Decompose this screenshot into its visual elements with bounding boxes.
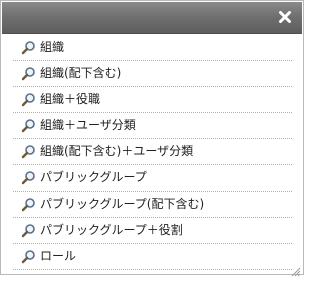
list-item[interactable]: パブリックグループ＋役割 xyxy=(13,218,292,244)
list-item-label: パブリックグループ(配下含む) xyxy=(40,196,205,211)
list-item-label: パブリックグループ xyxy=(40,170,147,185)
magnifier-icon xyxy=(21,92,36,107)
list-item[interactable]: パブリックグループ xyxy=(13,165,292,192)
list-item-label: 組織(配下含む) xyxy=(40,66,122,81)
list-item[interactable]: 組織(配下含む)＋ユーザ分類 xyxy=(13,139,292,166)
magnifier-icon xyxy=(21,66,36,81)
list-item-label: 組織(配下含む)＋ユーザ分類 xyxy=(40,144,194,159)
close-icon[interactable] xyxy=(276,8,294,26)
list-item[interactable]: 組織＋ユーザ分類 xyxy=(13,113,292,140)
popup-titlebar[interactable] xyxy=(2,2,302,34)
magnifier-icon xyxy=(21,197,36,212)
magnifier-icon xyxy=(21,223,36,238)
list-item-label: 組織＋役職 xyxy=(40,92,101,107)
list-item[interactable]: 組織(配下含む) xyxy=(13,61,292,88)
list-item-label: パブリックグループ＋役割 xyxy=(40,222,183,237)
list-item[interactable]: 組織＋役職 xyxy=(13,87,292,114)
list-item-label: ロール xyxy=(40,248,77,263)
magnifier-icon xyxy=(21,170,36,185)
magnifier-icon xyxy=(21,249,36,264)
selection-popup: 組織 組織(配下含む) 組織＋役職 組織＋ユーザ分類 組織(配下含む)＋ユーザ分… xyxy=(0,0,304,277)
option-list: 組織 組織(配下含む) 組織＋役職 組織＋ユーザ分類 組織(配下含む)＋ユーザ分… xyxy=(13,35,292,270)
magnifier-icon xyxy=(21,144,36,159)
list-item[interactable]: ロール xyxy=(13,244,292,270)
magnifier-icon xyxy=(21,40,36,55)
list-item[interactable]: 組織 xyxy=(13,35,292,62)
list-item[interactable]: パブリックグループ(配下含む) xyxy=(13,192,292,218)
magnifier-icon xyxy=(21,118,36,133)
resize-grip-icon[interactable] xyxy=(291,262,301,277)
list-item-label: 組織＋ユーザ分類 xyxy=(40,118,136,133)
list-item-label: 組織 xyxy=(40,40,65,54)
